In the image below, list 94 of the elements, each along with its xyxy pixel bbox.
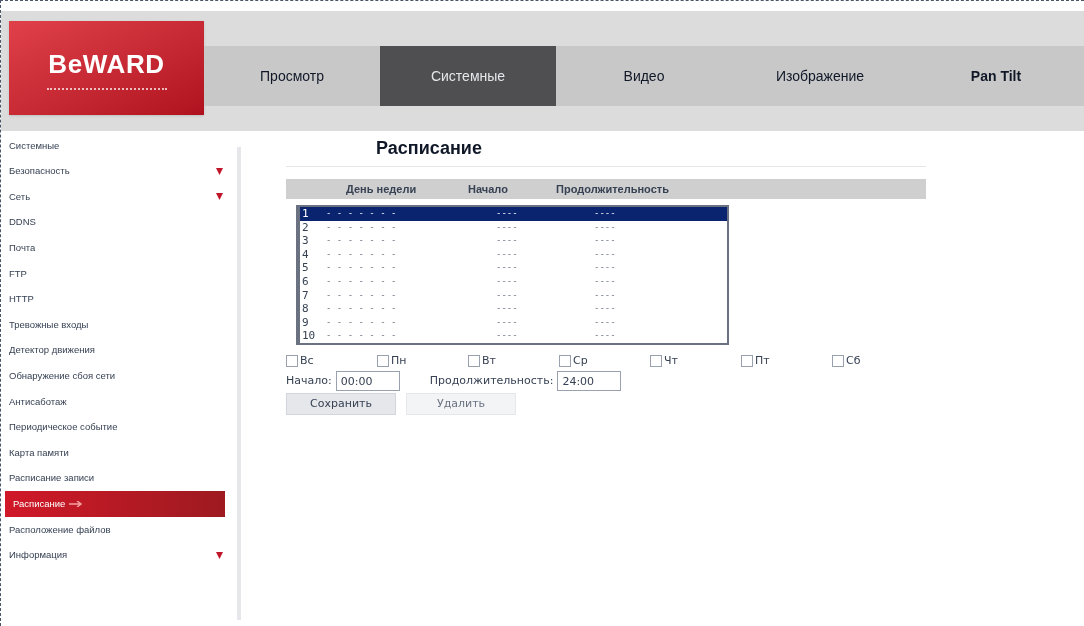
- table-cell-text: ----: [594, 261, 617, 275]
- table-cell-text: ----: [496, 288, 519, 302]
- duration-field[interactable]: 24:00: [557, 371, 622, 392]
- page-title: Расписание: [376, 138, 482, 158]
- checkbox[interactable]: [559, 355, 571, 368]
- day-checkbox[interactable]: Ср: [559, 352, 650, 370]
- table-cell-text: - - - - - - -: [326, 247, 398, 261]
- sidebar-item[interactable]: Системные: [1, 133, 231, 159]
- table-cell-text: - - - - - - -: [326, 220, 398, 234]
- table-cell-text: 1: [302, 207, 310, 221]
- logo-text: BeWARD: [48, 48, 165, 81]
- sidebar-item[interactable]: Тревожные входы: [1, 312, 231, 338]
- sidebar-item[interactable]: FTP: [1, 260, 231, 287]
- sidebar-item[interactable]: Антисаботаж: [1, 388, 231, 415]
- checkbox[interactable]: [468, 355, 480, 368]
- table-cell-text: 7: [302, 288, 310, 303]
- sidebar-item[interactable]: Карта памяти: [1, 440, 231, 466]
- table-cell-text: 6: [302, 274, 310, 289]
- schedule-row[interactable]: 4 - - - - - - - ---- ----: [300, 247, 727, 262]
- sidebar-item[interactable]: DDNS: [1, 209, 231, 236]
- schedule-row[interactable]: 9 - - - - - - - ---- ----: [300, 315, 727, 330]
- sidebar-item[interactable]: Расписание записи: [1, 465, 231, 492]
- table-cell-text: 10: [302, 329, 317, 343]
- schedule-row[interactable]: 7 - - - - - - - ---- ----: [300, 288, 727, 303]
- table-cell-text: ----: [496, 234, 519, 248]
- sidebar-item[interactable]: Сеть: [1, 184, 231, 210]
- start-time-field[interactable]: 00:00: [335, 371, 400, 392]
- table-cell-text: ----: [496, 274, 519, 288]
- table-cell-text: - - - - - - -: [326, 207, 398, 220]
- table-cell-text: - - - - - - -: [326, 302, 398, 316]
- day-checkbox[interactable]: Вс: [286, 352, 377, 370]
- sidebar-item[interactable]: Расположение файлов: [1, 516, 231, 543]
- sidebar-item[interactable]: Почта: [1, 235, 231, 261]
- table-cell-text: ----: [496, 315, 519, 329]
- table-cell-text: ----: [594, 207, 617, 220]
- day-checkbox[interactable]: Вт: [468, 352, 559, 370]
- schedule-row[interactable]: 2 - - - - - - - ---- ----: [300, 220, 727, 235]
- table-cell-text: ----: [496, 220, 519, 234]
- nav-tab[interactable]: Системные: [380, 46, 556, 106]
- schedule-row[interactable]: 1 - - - - - - - ---- ----: [300, 207, 727, 221]
- table-cell-text: ----: [594, 302, 617, 316]
- column-header: День недели: [346, 181, 418, 197]
- table-cell-text: ----: [594, 315, 617, 329]
- table-cell-text: 8: [302, 302, 310, 316]
- table-cell-text: - - - - - - -: [326, 274, 398, 288]
- checkbox[interactable]: [286, 355, 298, 368]
- schedule-row[interactable]: 8 - - - - - - - ---- ----: [300, 302, 727, 316]
- table-cell-text: 5: [302, 261, 310, 275]
- sidebar-item[interactable]: Безопасность: [1, 158, 231, 185]
- day-checkbox[interactable]: Пн: [377, 352, 468, 370]
- table-cell-text: ----: [594, 288, 617, 302]
- schedule-row[interactable]: 5 - - - - - - - ---- ----: [300, 261, 727, 275]
- table-cell-text: ----: [594, 247, 617, 261]
- duration-label: Продолжительность:: [429, 373, 554, 390]
- checkbox[interactable]: [741, 355, 753, 368]
- column-header: Начало: [468, 181, 509, 197]
- table-cell-text: ----: [496, 302, 519, 316]
- sidebar-item[interactable]: HTTP: [1, 286, 231, 313]
- sidebar-item[interactable]: Информация: [1, 542, 231, 569]
- schedule-row[interactable]: 6 - - - - - - - ---- ----: [300, 274, 727, 289]
- table-cell-text: ----: [594, 274, 617, 288]
- day-checkbox[interactable]: Сб: [832, 352, 923, 370]
- table-cell-text: ----: [496, 329, 519, 343]
- table-cell-text: - - - - - - -: [326, 288, 398, 302]
- table-cell-text: ----: [496, 207, 519, 220]
- table-cell-text: ----: [594, 234, 617, 248]
- sidebar-item[interactable]: Детектор движения: [1, 337, 231, 364]
- schedule-row[interactable]: 10 - - - - - - - ---- ----: [300, 329, 727, 343]
- checkbox[interactable]: [832, 355, 844, 368]
- schedule-listbox[interactable]: [296, 205, 729, 345]
- table-cell-text: ----: [496, 261, 519, 275]
- table-cell-text: - - - - - - -: [326, 234, 398, 248]
- column-header: Продолжительность: [556, 181, 669, 197]
- checkbox[interactable]: [650, 355, 662, 368]
- save-button[interactable]: Сохранить: [286, 393, 396, 416]
- sidebar-item[interactable]: Периодическое событие: [1, 414, 231, 441]
- table-cell-text: - - - - - - -: [326, 261, 398, 275]
- table-cell-text: 2: [302, 220, 310, 235]
- table-cell-text: ----: [594, 220, 617, 234]
- start-label: Начало:: [286, 373, 332, 390]
- checkbox[interactable]: [377, 355, 389, 368]
- table-cell-text: ----: [496, 247, 519, 261]
- sidebar-item[interactable]: Расписание: [5, 491, 225, 517]
- schedule-row[interactable]: 3 - - - - - - - ---- ----: [300, 234, 727, 248]
- sidebar-item[interactable]: Обнаружение сбоя сети: [1, 363, 231, 389]
- day-checkbox[interactable]: Пт: [741, 352, 832, 370]
- table-cell-text: 4: [302, 247, 310, 262]
- day-checkbox[interactable]: Чт: [650, 352, 741, 370]
- arrow-icon: [69, 501, 84, 508]
- table-cell-text: - - - - - - -: [326, 329, 398, 343]
- table-cell-text: ----: [594, 329, 617, 343]
- table-cell-text: 3: [302, 234, 310, 248]
- table-cell-text: - - - - - - -: [326, 315, 398, 329]
- table-cell-text: 9: [302, 315, 310, 330]
